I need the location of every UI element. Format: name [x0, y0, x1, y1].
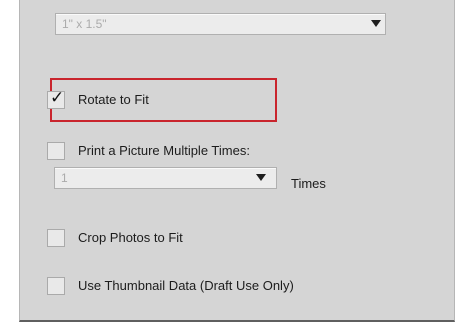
crop-photos-checkbox[interactable] [47, 229, 65, 247]
thumbnail-data-checkbox[interactable] [47, 277, 65, 295]
print-options-panel: 1" x 1.5" ✓ Rotate to Fit Print a Pictur… [19, 0, 455, 322]
chevron-down-icon [256, 174, 266, 181]
paper-size-dropdown[interactable]: 1" x 1.5" [55, 13, 386, 35]
print-multiple-checkbox[interactable] [47, 142, 65, 160]
rotate-to-fit-checkbox[interactable]: ✓ [47, 88, 65, 109]
times-value: 1 [61, 171, 68, 185]
thumbnail-data-label[interactable]: Use Thumbnail Data (Draft Use Only) [78, 278, 294, 293]
times-dropdown[interactable]: 1 [54, 167, 277, 189]
rotate-to-fit-label[interactable]: Rotate to Fit [78, 92, 149, 107]
print-multiple-label[interactable]: Print a Picture Multiple Times: [78, 143, 250, 158]
crop-photos-label[interactable]: Crop Photos to Fit [78, 230, 183, 245]
paper-size-value: 1" x 1.5" [62, 17, 107, 31]
chevron-down-icon [371, 20, 381, 27]
times-label: Times [291, 176, 326, 191]
checkmark-icon: ✓ [50, 88, 65, 107]
